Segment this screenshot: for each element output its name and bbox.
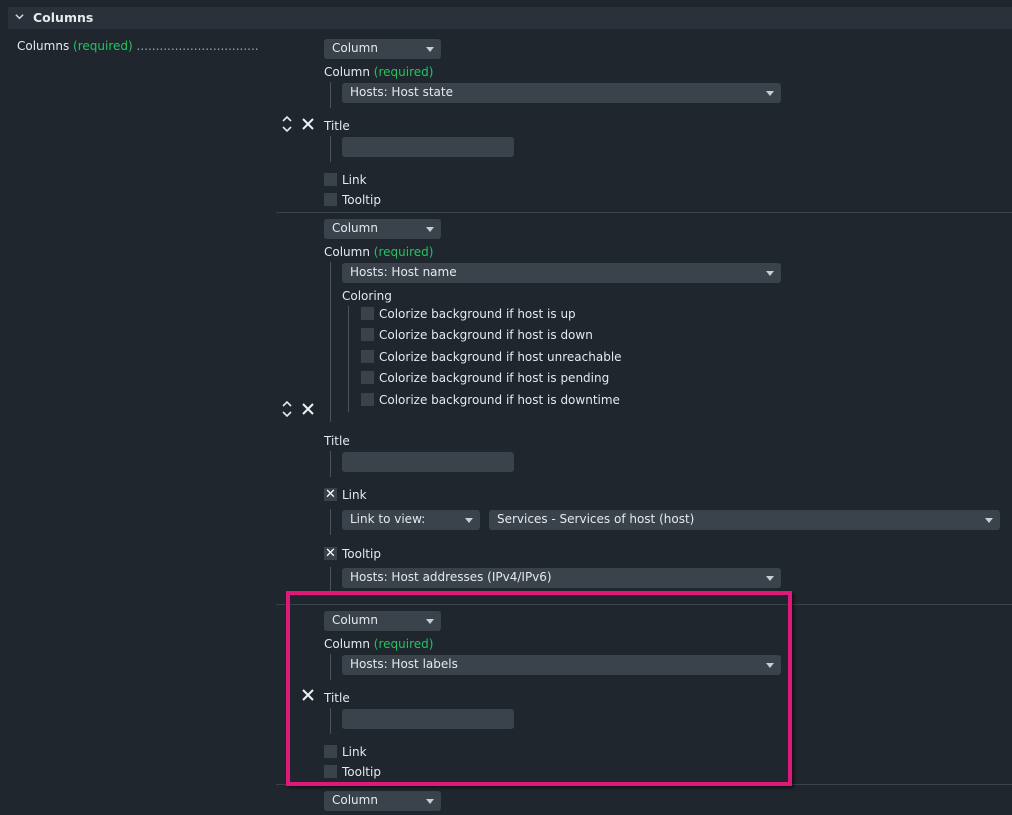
column-select[interactable]: Hosts: Host name — [342, 263, 781, 283]
column-select-value: Hosts: Host name — [350, 265, 457, 279]
dropdown-arrow-icon — [426, 47, 434, 52]
column-type-select[interactable]: Column — [324, 39, 441, 59]
dropdown-arrow-icon — [766, 576, 774, 581]
colorize-option-label: Colorize background if host is down — [379, 328, 593, 342]
column-select-value: Hosts: Host state — [350, 85, 453, 99]
highlight-box — [286, 591, 792, 786]
dropdown-arrow-icon — [426, 799, 434, 804]
link-checkbox[interactable] — [324, 173, 337, 186]
indent-line — [330, 262, 331, 422]
columns-field-label: Columns (required) .....................… — [17, 39, 259, 53]
columns-section-header[interactable]: Columns — [8, 7, 1012, 29]
link-label: Link — [342, 488, 367, 502]
link-checkbox-checked[interactable]: ✕ — [324, 488, 337, 501]
colorize-option-label: Colorize background if host unreachable — [379, 350, 622, 364]
column-label-text: Column — [324, 65, 370, 79]
dropdown-arrow-icon — [766, 271, 774, 276]
indent-line — [330, 567, 331, 593]
reorder-handle-icon[interactable] — [281, 114, 293, 134]
reorder-handle-icon[interactable] — [281, 399, 293, 419]
required-marker: (required) — [373, 245, 434, 259]
colorize-up-checkbox[interactable] — [361, 307, 374, 320]
colorize-option-label: Colorize background if host is up — [379, 307, 576, 321]
colorize-option-label: Colorize background if host is downtime — [379, 393, 620, 407]
indent-line — [330, 451, 331, 477]
colorize-unreachable-checkbox[interactable] — [361, 350, 374, 363]
tooltip-checkbox-checked[interactable]: ✕ — [324, 547, 337, 560]
link-view-value: Services - Services of host (host) — [497, 512, 695, 526]
row-divider — [276, 212, 1012, 213]
column-type-value: Column — [332, 41, 378, 55]
section-title: Columns — [33, 10, 94, 25]
tooltip-select[interactable]: Hosts: Host addresses (IPv4/IPv6) — [342, 568, 781, 588]
required-marker: (required) — [373, 65, 434, 79]
link-view-select[interactable]: Services - Services of host (host) — [489, 510, 1000, 530]
indent-line — [330, 136, 331, 162]
dropdown-arrow-icon — [465, 518, 473, 523]
link-label: Link — [342, 173, 367, 187]
indent-line — [330, 82, 331, 108]
column-type-select[interactable]: Column — [324, 791, 441, 811]
dropdown-arrow-icon — [766, 91, 774, 96]
tooltip-label: Tooltip — [342, 547, 381, 561]
indent-line — [348, 306, 349, 412]
required-marker: (required) — [73, 39, 133, 53]
indent-line — [330, 509, 331, 535]
column-select[interactable]: Hosts: Host state — [342, 83, 781, 103]
coloring-label: Coloring — [342, 289, 392, 303]
colorize-down-checkbox[interactable] — [361, 328, 374, 341]
column-label-text: Column — [324, 245, 370, 259]
column-field-label: Column (required) — [324, 245, 433, 259]
tooltip-label: Tooltip — [342, 193, 381, 207]
colorize-pending-checkbox[interactable] — [361, 371, 374, 384]
close-icon[interactable] — [301, 117, 315, 131]
column-type-value: Column — [332, 793, 378, 807]
dropdown-arrow-icon — [985, 518, 993, 523]
colorize-downtime-checkbox[interactable] — [361, 393, 374, 406]
label-dots: ................................ — [136, 39, 259, 53]
chevron-down-icon — [15, 14, 24, 20]
link-type-select[interactable]: Link to view: — [342, 510, 480, 530]
title-label: Title — [324, 119, 350, 133]
column-type-select[interactable]: Column — [324, 219, 441, 239]
title-input[interactable] — [342, 452, 514, 472]
link-type-value: Link to view: — [350, 512, 426, 526]
column-field-label: Column (required) — [324, 65, 433, 79]
tooltip-checkbox[interactable] — [324, 193, 337, 206]
columns-label-text: Columns — [17, 39, 70, 53]
close-icon[interactable] — [301, 402, 315, 416]
colorize-option-label: Colorize background if host is pending — [379, 371, 610, 385]
column-type-value: Column — [332, 221, 378, 235]
title-label: Title — [324, 434, 350, 448]
title-input[interactable] — [342, 137, 514, 157]
tooltip-select-value: Hosts: Host addresses (IPv4/IPv6) — [350, 570, 552, 584]
dropdown-arrow-icon — [426, 227, 434, 232]
